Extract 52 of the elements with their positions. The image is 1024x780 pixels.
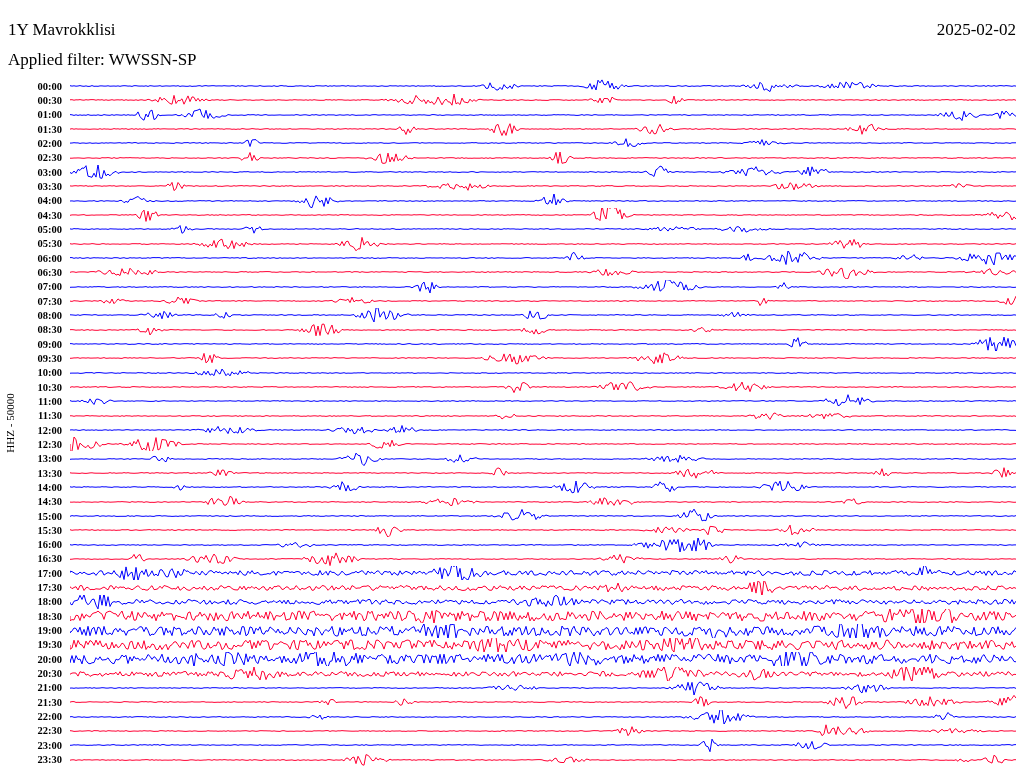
time-label: 23:00 xyxy=(36,739,63,751)
time-label: 12:00 xyxy=(36,424,63,436)
time-label: 05:30 xyxy=(36,238,63,250)
time-label: 02:00 xyxy=(36,137,63,149)
time-label: 12:30 xyxy=(36,438,63,450)
time-label: 11:30 xyxy=(37,410,63,422)
time-label: 13:30 xyxy=(36,467,63,479)
time-label: 16:30 xyxy=(36,553,63,565)
time-label: 14:00 xyxy=(36,481,63,493)
time-label: 11:00 xyxy=(37,395,63,407)
time-label: 16:00 xyxy=(36,539,63,551)
time-label: 21:00 xyxy=(36,682,63,694)
time-label: 18:00 xyxy=(36,596,63,608)
time-label: 01:00 xyxy=(36,109,63,121)
time-label: 06:30 xyxy=(36,266,63,278)
time-label: 01:30 xyxy=(36,123,63,135)
time-label: 07:30 xyxy=(36,295,63,307)
time-label: 07:00 xyxy=(36,281,63,293)
time-label: 17:00 xyxy=(36,567,63,579)
time-label: 10:00 xyxy=(36,367,63,379)
time-label: 14:30 xyxy=(36,496,63,508)
time-label: 18:30 xyxy=(36,610,63,622)
station-title: 1Y Mavrokklisi xyxy=(8,20,116,41)
time-label: 05:00 xyxy=(36,223,63,235)
time-label: 03:00 xyxy=(36,166,63,178)
time-label: 09:30 xyxy=(36,352,63,364)
time-label: 10:30 xyxy=(36,381,63,393)
time-label: 08:00 xyxy=(36,309,63,321)
time-label: 09:00 xyxy=(36,338,63,350)
date-label: 2025-02-02 xyxy=(936,20,1016,41)
time-label: 19:30 xyxy=(36,639,63,651)
time-label: 08:30 xyxy=(36,324,63,336)
time-label: 02:30 xyxy=(36,152,63,164)
time-label: 22:00 xyxy=(36,711,63,723)
time-label: 23:30 xyxy=(36,754,63,766)
time-label: 15:30 xyxy=(36,524,63,536)
time-label: 17:30 xyxy=(36,582,63,594)
time-label: 21:30 xyxy=(36,696,63,708)
time-label: 00:00 xyxy=(36,80,63,92)
time-label: 13:00 xyxy=(36,453,63,465)
time-label: 04:00 xyxy=(36,195,63,207)
time-label: 20:30 xyxy=(36,668,63,680)
axis-label: HHZ - 50000 xyxy=(4,393,16,453)
time-label: 00:30 xyxy=(36,95,63,106)
time-label: 06:00 xyxy=(36,252,63,264)
time-label: 19:00 xyxy=(36,625,63,637)
time-label: 03:30 xyxy=(36,180,63,192)
time-label: 20:00 xyxy=(36,653,63,665)
time-label: 15:00 xyxy=(36,510,63,522)
time-label: 22:30 xyxy=(36,725,63,737)
time-label: 04:30 xyxy=(36,209,63,221)
filter-label: Applied filter: WWSSN-SP xyxy=(7,49,198,71)
